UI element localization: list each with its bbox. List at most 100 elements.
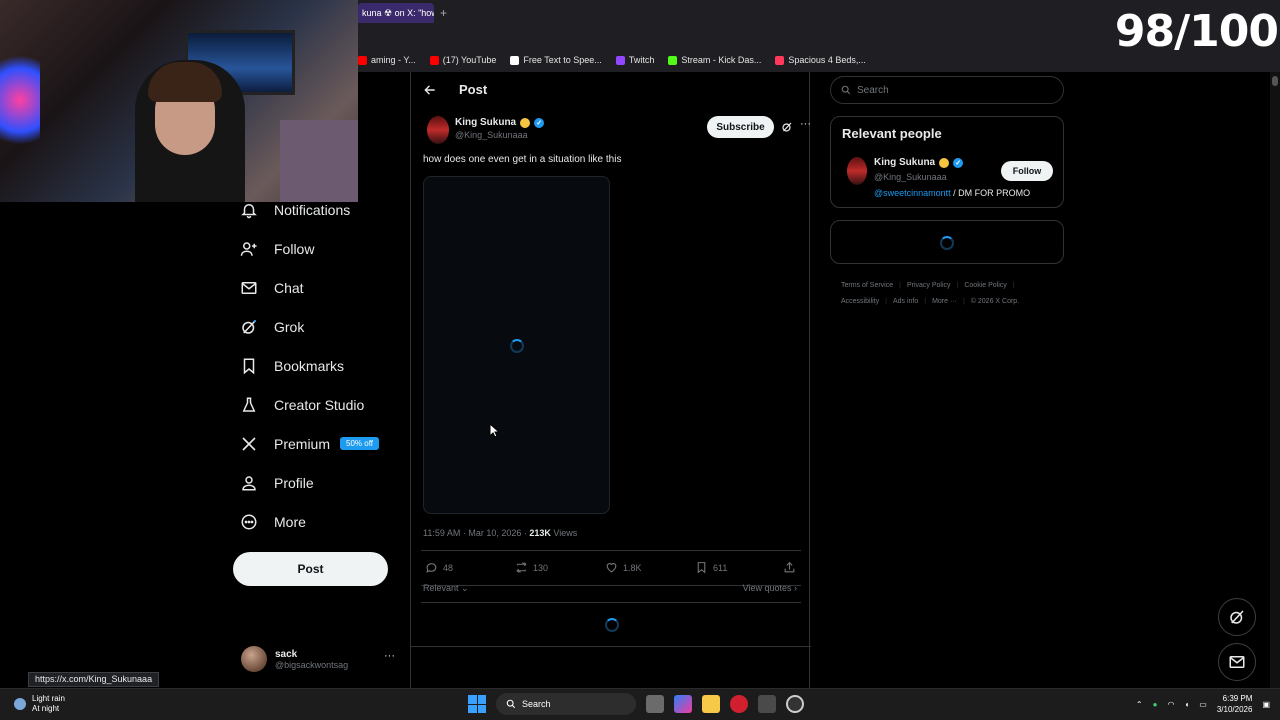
author-name[interactable]: King Sukuna ✓ xyxy=(455,117,545,128)
reply-count: 48 xyxy=(443,562,454,573)
reply-sort-dropdown[interactable]: Relevant ⌄ xyxy=(423,583,469,594)
author-handle[interactable]: @King_Sukunaaa xyxy=(455,130,528,140)
footer-link[interactable]: More ··· xyxy=(932,298,957,305)
flask-icon xyxy=(242,397,256,412)
nav-label: Creator Studio xyxy=(274,396,365,413)
bookmark-favicon-icon xyxy=(775,55,785,65)
task-view-icon[interactable] xyxy=(646,695,664,713)
app-icon[interactable] xyxy=(786,695,804,713)
author-avatar[interactable] xyxy=(427,116,449,144)
nav-item-follow[interactable]: Follow xyxy=(234,229,394,268)
bookmark-item[interactable]: Spacious 4 Beds,... xyxy=(775,55,866,65)
reply-button[interactable]: 48 xyxy=(425,561,453,574)
microsoft-store-icon[interactable] xyxy=(758,695,776,713)
grok-floating-button[interactable] xyxy=(1218,598,1256,636)
account-name: sack xyxy=(275,648,298,660)
nav-item-premium[interactable]: Premium 50% off xyxy=(234,424,394,463)
copilot-icon[interactable] xyxy=(674,695,692,713)
footer-link[interactable]: Ads info xyxy=(893,298,918,305)
nav-item-bookmarks[interactable]: Bookmarks xyxy=(234,346,394,385)
back-arrow-icon[interactable] xyxy=(423,83,437,97)
search-placeholder: Search xyxy=(857,84,889,96)
taskbar-clock[interactable]: 6:39 PM 3/10/2026 xyxy=(1217,693,1253,715)
like-button[interactable]: 1.8K xyxy=(605,561,642,574)
nav-label: Profile xyxy=(274,474,314,491)
person-avatar[interactable] xyxy=(847,157,867,185)
account-more-button[interactable]: ··· xyxy=(384,650,395,662)
post-actions: 48 130 1.8K 611 xyxy=(421,550,801,586)
bookmark-item[interactable]: aming - Y... xyxy=(358,55,416,65)
nav-item-chat[interactable]: Chat xyxy=(234,268,394,307)
notification-bell-icon[interactable]: ▣ xyxy=(1262,700,1270,709)
file-explorer-icon[interactable] xyxy=(702,695,720,713)
person-name[interactable]: King Sukuna ✓ xyxy=(874,157,964,168)
wifi-icon[interactable]: ◠ xyxy=(1167,700,1174,709)
account-switcher[interactable]: sack @bigsackwontsag ··· xyxy=(241,644,401,674)
taskbar-search-label: Search xyxy=(522,699,551,709)
messages-floating-button[interactable] xyxy=(1218,643,1256,681)
footer-link[interactable]: Cookie Policy xyxy=(964,282,1006,289)
nav-label: More xyxy=(274,513,306,530)
footer-link[interactable]: Terms of Service xyxy=(841,282,893,289)
follow-button[interactable]: Follow xyxy=(1001,161,1053,181)
footer-link[interactable]: Privacy Policy xyxy=(907,282,951,289)
taskbar-apps: Search xyxy=(468,693,804,715)
bookmark-count: 611 xyxy=(713,562,728,573)
bookmark-item[interactable]: Twitch xyxy=(615,55,655,65)
post-header: Post xyxy=(423,82,487,97)
post-timestamp[interactable]: 11:59 AM · Mar 10, 2026 · xyxy=(423,528,529,538)
footer-links: Terms of Service | Privacy Policy | Cookie P… xyxy=(841,282,1020,305)
microphone-icon[interactable]: ● xyxy=(1153,700,1158,709)
person-name-text: King Sukuna xyxy=(874,157,936,168)
nav-item-creator-studio[interactable]: Creator Studio xyxy=(234,385,394,424)
new-tab-button[interactable]: + xyxy=(440,6,447,20)
bio-mention-link[interactable]: @sweetcinnamontt xyxy=(874,188,951,198)
bookmarks-bar: aming - Y... (17) YouTube Free Text to Spe… xyxy=(358,52,866,68)
post-media[interactable] xyxy=(423,176,610,514)
grok-icon[interactable] xyxy=(781,121,793,133)
nav-item-notifications[interactable]: Notifications xyxy=(234,190,394,229)
tab-strip: kuna ☢ on X: "how + xyxy=(358,2,447,24)
page-scrollbar[interactable] xyxy=(1270,72,1280,688)
nav-label: Bookmarks xyxy=(274,357,345,374)
webcam-overlay xyxy=(0,0,358,202)
view-quotes-link[interactable]: View quotes › xyxy=(743,583,797,593)
person-handle[interactable]: @King_Sukunaaa xyxy=(874,172,947,182)
nav-item-profile[interactable]: Profile xyxy=(234,463,394,502)
opera-gx-icon[interactable] xyxy=(730,695,748,713)
nav-label: Grok xyxy=(274,318,305,335)
account-handle: @bigsackwontsag xyxy=(275,659,349,670)
footer-link[interactable]: Accessibility xyxy=(841,298,879,305)
post-button[interactable]: Post xyxy=(233,552,388,586)
bookmark-item[interactable]: Stream - Kick Das... xyxy=(668,55,761,65)
battery-icon[interactable]: ▭ xyxy=(1199,700,1207,709)
tray-overflow-icon[interactable]: ⌃ xyxy=(1136,700,1143,709)
system-tray: ⌃ ● ◠ ◖ ▭ 6:39 PM 3/10/2026 ▣ xyxy=(1136,693,1270,715)
windows-start-icon[interactable] xyxy=(468,695,486,713)
bookmark-label: Spacious 4 Beds,... xyxy=(788,55,866,65)
taskbar-search[interactable]: Search xyxy=(496,693,636,715)
bookmark-icon xyxy=(243,358,255,374)
nav-item-more[interactable]: More xyxy=(234,502,394,541)
person-plus-icon xyxy=(240,241,257,256)
bookmark-label: Twitch xyxy=(628,55,655,65)
scrollbar-thumb[interactable] xyxy=(1272,76,1278,86)
active-tab[interactable]: kuna ☢ on X: "how xyxy=(358,3,434,23)
divider xyxy=(411,646,811,647)
bookmark-item[interactable]: (17) YouTube xyxy=(429,55,496,65)
share-icon xyxy=(784,561,795,573)
nav-item-grok[interactable]: Grok xyxy=(234,307,394,346)
subscribe-button[interactable]: Subscribe xyxy=(707,116,774,138)
volume-icon[interactable]: ◖ xyxy=(1184,700,1189,709)
heart-icon xyxy=(606,563,617,573)
nav-label: Notifications xyxy=(274,201,351,218)
post-more-button[interactable]: ··· xyxy=(800,118,811,130)
bookmark-item[interactable]: Free Text to Spee... xyxy=(510,55,602,65)
weather-condition: Light rain xyxy=(32,694,65,703)
bookmark-button[interactable]: 611 xyxy=(695,561,727,574)
weather-widget[interactable]: Light rain At night xyxy=(14,694,65,714)
repost-button[interactable]: 130 xyxy=(515,561,548,574)
share-button[interactable] xyxy=(783,561,796,574)
search-input[interactable]: Search xyxy=(830,76,1064,104)
bookmark-favicon-icon xyxy=(358,55,367,65)
